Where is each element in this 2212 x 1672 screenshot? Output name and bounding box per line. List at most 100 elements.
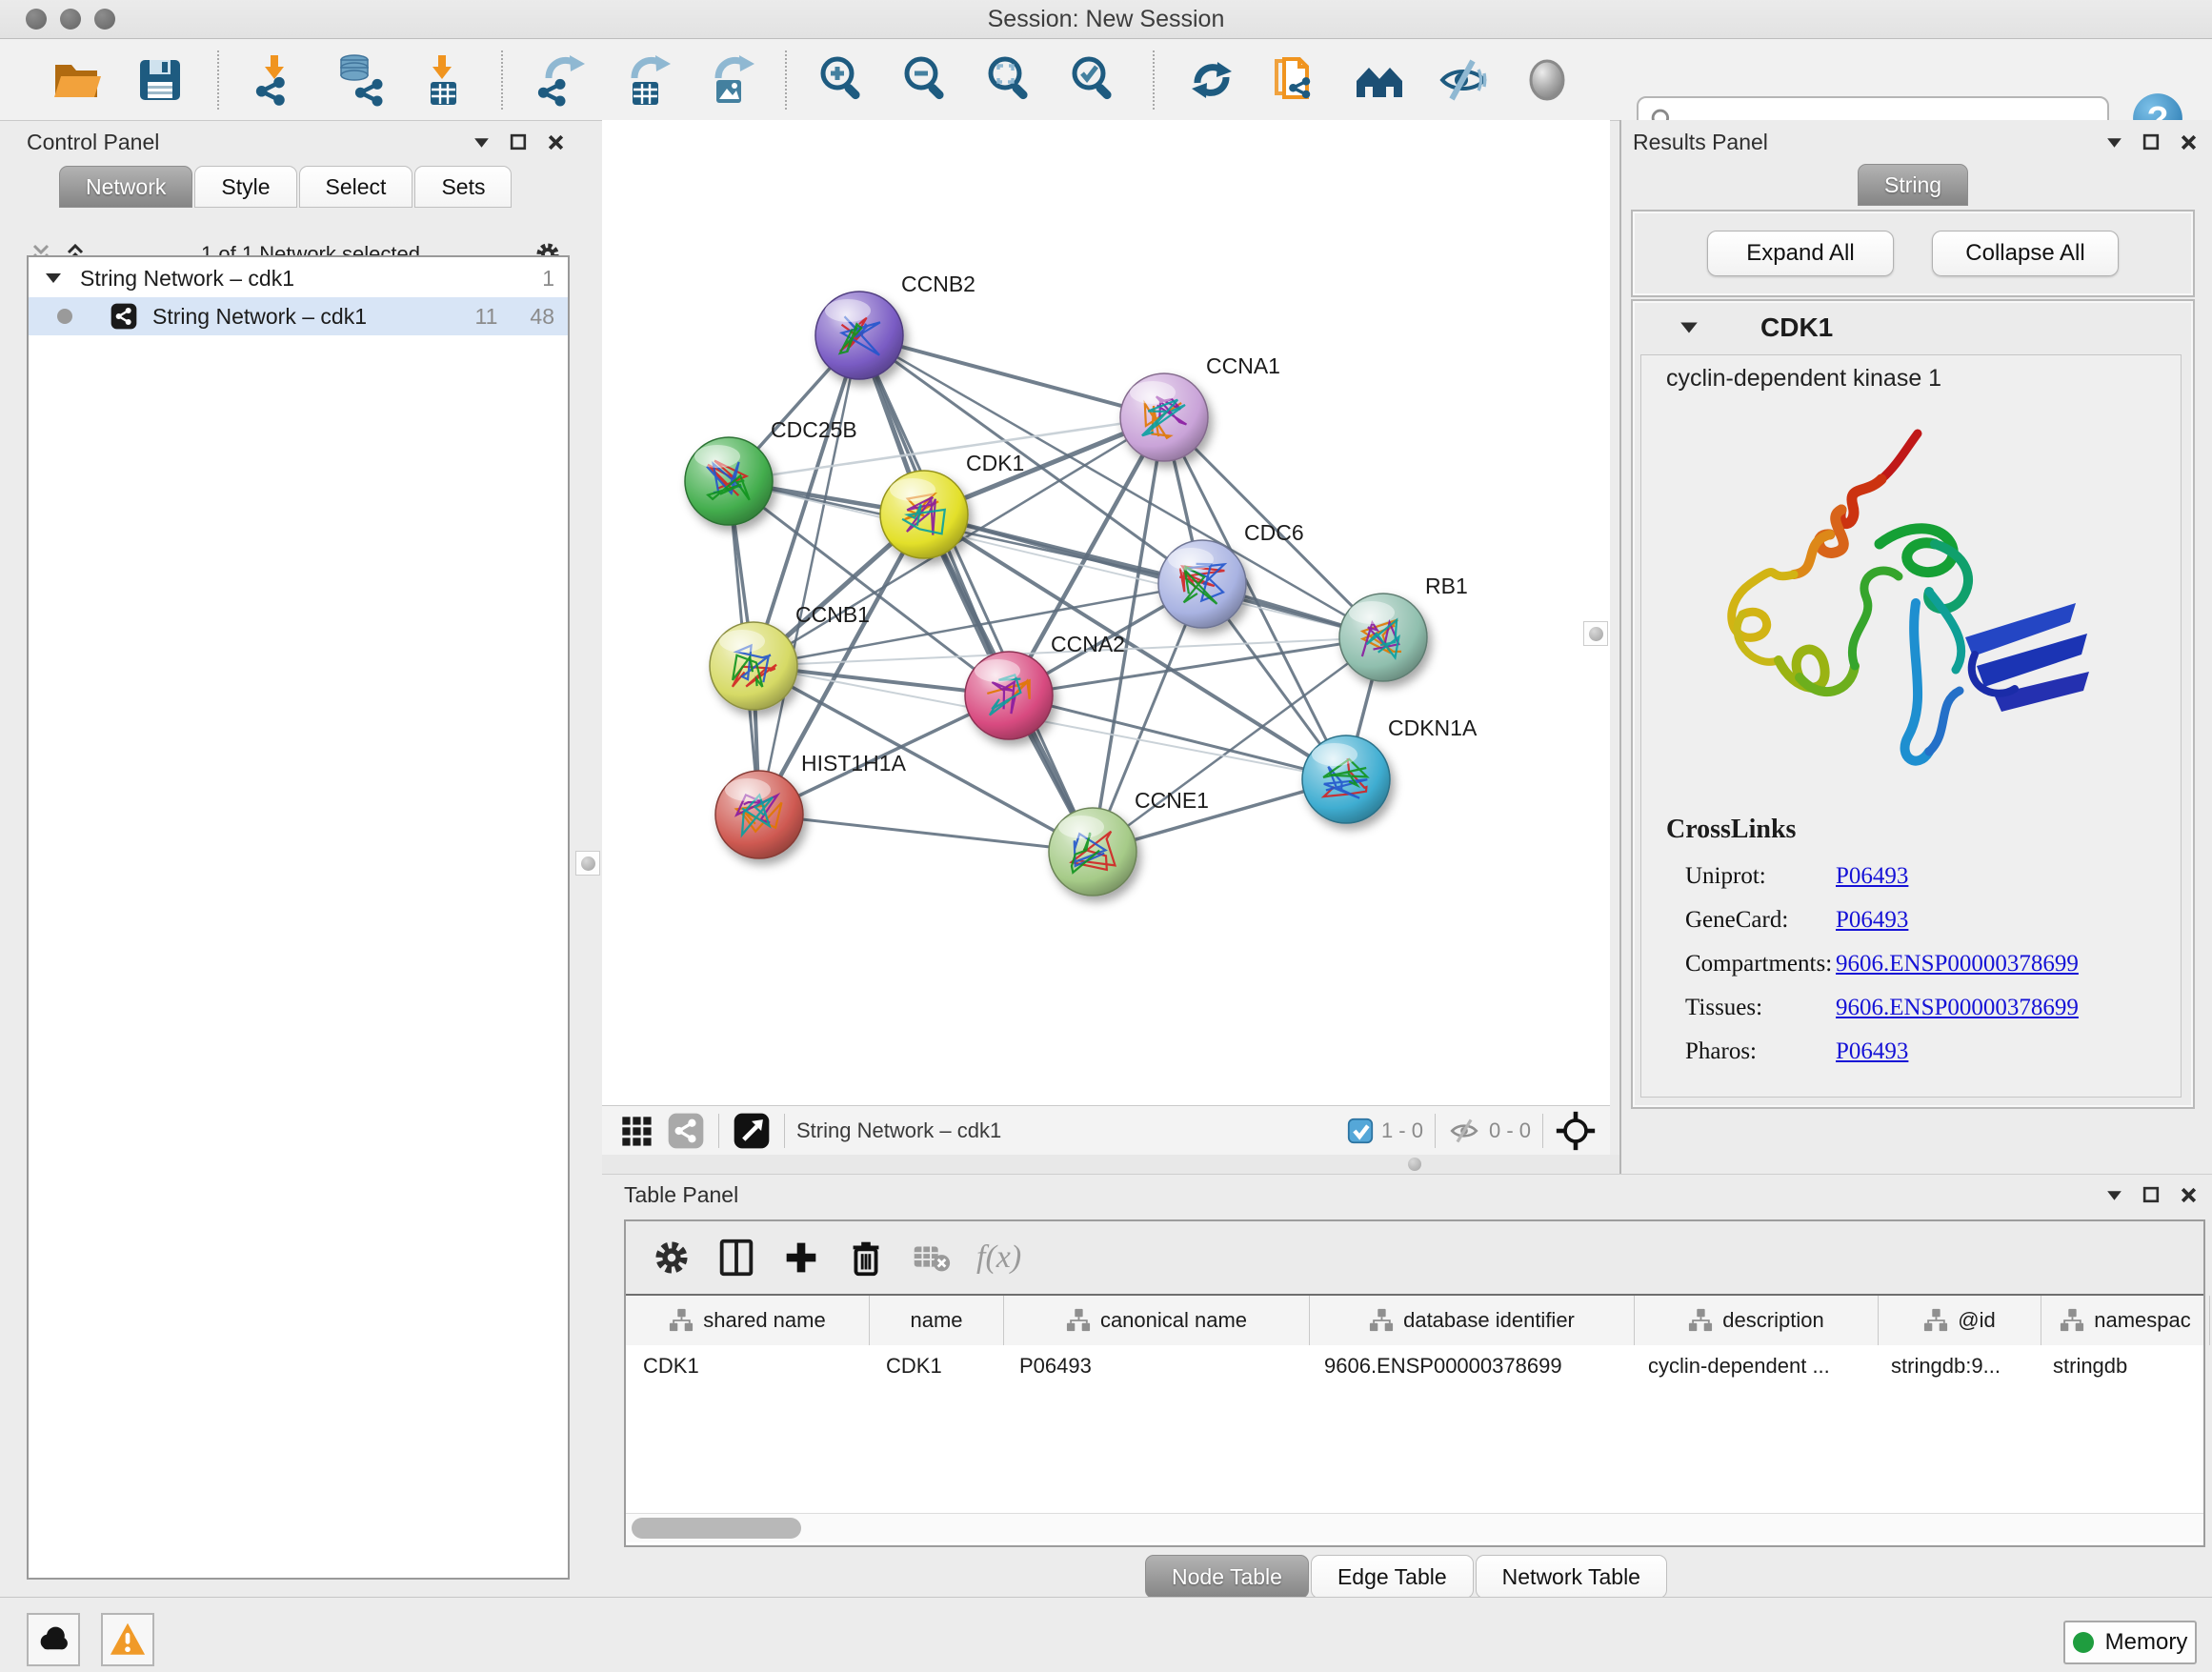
- collapse-all-button[interactable]: Collapse All: [1932, 231, 2119, 276]
- network-node-HIST1H1A[interactable]: HIST1H1A: [715, 751, 907, 858]
- zoom-out-button[interactable]: [898, 50, 957, 110]
- cell-shared-name[interactable]: CDK1: [626, 1345, 869, 1387]
- hierarchy-icon: [1066, 1308, 1091, 1333]
- save-session-button[interactable]: [131, 50, 190, 110]
- crosslink-value-link[interactable]: P06493: [1836, 1038, 1908, 1065]
- cell-canonical-name[interactable]: P06493: [1002, 1345, 1307, 1387]
- tab-network[interactable]: Network: [59, 166, 192, 208]
- column-header-name[interactable]: name: [870, 1296, 1004, 1345]
- refresh-view-button[interactable]: [1182, 50, 1241, 110]
- birds-eye-view-icon[interactable]: [731, 1110, 773, 1152]
- column-header-database-identifier[interactable]: database identifier: [1310, 1296, 1635, 1345]
- cell-name[interactable]: CDK1: [869, 1345, 1002, 1387]
- export-network-button[interactable]: [531, 50, 590, 110]
- toolbar-icon-groups: [34, 39, 1589, 120]
- share-document-icon: [1269, 53, 1322, 107]
- delete-table-button[interactable]: [907, 1234, 955, 1281]
- collection-expander-icon[interactable]: [44, 269, 63, 288]
- hidden-eye-icon[interactable]: [1447, 1114, 1481, 1148]
- memory-button[interactable]: Memory: [2063, 1621, 2197, 1664]
- string-network-graph[interactable]: CCNB2 CCNA1 CDC25B CDK1: [602, 120, 1610, 1105]
- network-collection-row[interactable]: String Network – cdk1 1: [29, 257, 568, 297]
- float-panel-icon[interactable]: [509, 132, 529, 152]
- tab-edge-table[interactable]: Edge Table: [1311, 1555, 1474, 1599]
- network-edge[interactable]: [1009, 695, 1346, 779]
- selected-checkbox-icon[interactable]: [1347, 1118, 1374, 1144]
- show-sphere-button[interactable]: [1518, 50, 1577, 110]
- titlebar: Session: New Session: [0, 0, 2212, 39]
- network-node-RB1[interactable]: RB1: [1339, 574, 1468, 681]
- left-splitter-handle[interactable]: [575, 851, 600, 876]
- network-row[interactable]: String Network – cdk1 11 48: [29, 297, 568, 335]
- cloud-button[interactable]: [27, 1613, 80, 1666]
- column-header--id[interactable]: @id: [1879, 1296, 2041, 1345]
- splitter-grip-icon[interactable]: [1408, 1158, 1421, 1171]
- close-panel-icon[interactable]: [2179, 132, 2199, 152]
- crosslink-value-link[interactable]: P06493: [1836, 907, 1908, 934]
- network-edge[interactable]: [759, 815, 1093, 852]
- table-hscrollbar[interactable]: [626, 1513, 2203, 1542]
- node-label: CCNA1: [1206, 353, 1280, 378]
- float-panel-icon[interactable]: [2142, 132, 2162, 152]
- crosslink-value-link[interactable]: 9606.ENSP00000378699: [1836, 951, 2079, 977]
- export-image-button[interactable]: [698, 50, 757, 110]
- close-panel-icon[interactable]: [546, 132, 566, 152]
- open-session-button[interactable]: [47, 50, 106, 110]
- column-header-canonical-name[interactable]: canonical name: [1004, 1296, 1310, 1345]
- network-edge[interactable]: [859, 335, 1164, 417]
- column-header-namespac[interactable]: namespac: [2041, 1296, 2210, 1345]
- close-panel-icon[interactable]: [2179, 1185, 2199, 1205]
- zoom-in-button[interactable]: [814, 50, 874, 110]
- cell-description[interactable]: cyclin-dependent ...: [1631, 1345, 1874, 1387]
- tab-sets[interactable]: Sets: [414, 166, 512, 208]
- import-table-button[interactable]: [414, 50, 473, 110]
- split-columns-button[interactable]: [713, 1234, 760, 1281]
- column-header-shared-name[interactable]: shared name: [626, 1296, 870, 1345]
- float-menu-icon[interactable]: [2104, 1185, 2124, 1205]
- float-panel-icon[interactable]: [2142, 1185, 2162, 1205]
- tab-select[interactable]: Select: [299, 166, 413, 208]
- export-table-button[interactable]: [614, 50, 674, 110]
- fit-selected-crosshair-icon[interactable]: [1555, 1110, 1597, 1152]
- hide-eye-button[interactable]: [1434, 50, 1493, 110]
- section-expander-icon[interactable]: [1679, 317, 1699, 338]
- column-header-description[interactable]: description: [1635, 1296, 1879, 1345]
- grid-view-icon[interactable]: [615, 1110, 657, 1152]
- network-edge[interactable]: [759, 335, 859, 815]
- float-menu-icon[interactable]: [2104, 132, 2124, 152]
- network-edge[interactable]: [924, 514, 1383, 637]
- crosslink-value-link[interactable]: P06493: [1836, 863, 1908, 890]
- cell-namespac[interactable]: stringdb: [2036, 1345, 2203, 1387]
- import-network-database-button[interactable]: [331, 50, 390, 110]
- gene-section-header[interactable]: CDK1: [1633, 301, 2193, 354]
- table-row[interactable]: CDK1CDK1P064939606.ENSP00000378699cyclin…: [626, 1345, 2203, 1387]
- scrollbar-thumb[interactable]: [632, 1518, 801, 1539]
- cell-database-identifier[interactable]: 9606.ENSP00000378699: [1307, 1345, 1631, 1387]
- tab-style[interactable]: Style: [194, 166, 296, 208]
- tab-string[interactable]: String: [1858, 164, 1968, 206]
- network-node-CCNE1[interactable]: CCNE1: [1049, 788, 1209, 896]
- warning-button[interactable]: [101, 1613, 154, 1666]
- function-builder-button[interactable]: f(x): [976, 1239, 1021, 1276]
- delete-column-button[interactable]: [842, 1234, 890, 1281]
- cell--id[interactable]: stringdb:9...: [1874, 1345, 2036, 1387]
- network-node-CDK1[interactable]: CDK1: [880, 451, 1024, 558]
- network-node-CCNA1[interactable]: CCNA1: [1120, 353, 1280, 461]
- network-node-CDKN1A[interactable]: CDKN1A: [1302, 715, 1478, 823]
- zoom-fit-button[interactable]: [982, 50, 1041, 110]
- add-column-button[interactable]: [777, 1234, 825, 1281]
- float-menu-icon[interactable]: [472, 132, 492, 152]
- home-button[interactable]: [1350, 50, 1409, 110]
- share-view-icon[interactable]: [665, 1110, 707, 1152]
- tab-network-table[interactable]: Network Table: [1476, 1555, 1667, 1599]
- right-splitter-handle[interactable]: [1583, 621, 1608, 646]
- table-gear-button[interactable]: [648, 1234, 695, 1281]
- import-network-button[interactable]: [247, 50, 306, 110]
- expand-all-button[interactable]: Expand All: [1707, 231, 1894, 276]
- crosslink-value-link[interactable]: 9606.ENSP00000378699: [1836, 995, 2079, 1021]
- share-document-button[interactable]: [1266, 50, 1325, 110]
- tab-node-table[interactable]: Node Table: [1145, 1555, 1309, 1599]
- zoom-selected-button[interactable]: [1066, 50, 1125, 110]
- network-canvas[interactable]: CCNB2 CCNA1 CDC25B CDK1: [602, 120, 1610, 1105]
- control-panel-header: Control Panel: [27, 130, 566, 155]
